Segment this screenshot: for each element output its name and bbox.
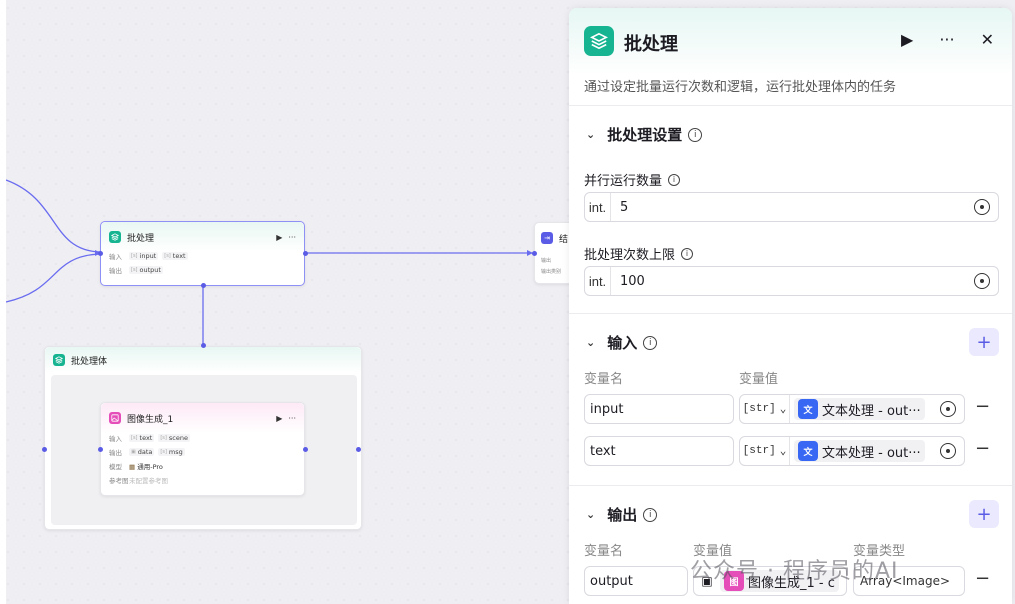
output-section: ⌄ 输出 i + 变量名 变量值 变量类型 output ▣ 图图像生成_1 -… — [569, 486, 1012, 604]
input-name-field[interactable]: text — [584, 436, 734, 466]
output-header[interactable]: ⌄ 输出 i — [586, 504, 658, 525]
port[interactable] — [532, 251, 537, 256]
col-name-label: 变量名 — [584, 372, 624, 387]
more-icon[interactable]: ··· — [288, 233, 296, 242]
chevron-down-icon[interactable]: ⌄ — [586, 508, 595, 521]
run-icon[interactable]: ▶ — [276, 414, 282, 423]
col-value-label: 变量值 — [739, 372, 779, 387]
info-icon[interactable]: i — [688, 127, 703, 142]
input-value-field[interactable]: [str] ⌄ 文文本处理 - out··· — [739, 436, 965, 466]
limit-input[interactable]: int. 100 — [584, 266, 999, 296]
info-icon[interactable]: i — [681, 247, 694, 260]
reference-icon[interactable] — [974, 273, 990, 289]
remove-input-button[interactable]: − — [975, 396, 990, 417]
batch-settings-section: ⌄ 批处理设置 i 并行运行数量 i int. 5 批处理次数上限 i int. 1… — [569, 106, 1012, 314]
port[interactable] — [98, 447, 103, 452]
port[interactable] — [98, 251, 103, 256]
panel-description: 通过设定批量运行次数和逻辑，运行批处理体内的任务 — [584, 80, 897, 95]
close-icon[interactable]: ✕ — [981, 30, 994, 49]
remove-input-button[interactable]: − — [975, 438, 990, 459]
text-process-icon: 文 — [798, 441, 818, 461]
image-gen-node[interactable]: 图像生成_1 ▶ ··· 输入 [s] text [s] scene 输出 ▣ data… — [100, 402, 305, 496]
input-title: 输入 — [607, 334, 638, 352]
reference-tag: 文文本处理 - out··· — [794, 440, 925, 462]
settings-header[interactable]: ⌄ 批处理设置 i — [586, 124, 703, 145]
reference-tag: 文文本处理 - out··· — [794, 398, 925, 420]
image-node-title: 图像生成_1 — [127, 414, 174, 425]
port[interactable] — [201, 283, 206, 288]
input-section: ⌄ 输入 i + 变量名 变量值 input [str] ⌄ 文文本处理 - ou… — [569, 314, 1012, 486]
input-label: 输入 — [109, 253, 122, 261]
chevron-down-icon: ⌄ — [779, 446, 787, 458]
batch-icon — [584, 26, 614, 56]
int-type-label: int. — [585, 193, 611, 221]
reference-icon[interactable] — [940, 443, 956, 459]
output-label: 输出 — [109, 267, 122, 275]
batch-node[interactable]: 批处理 ▶ ··· 输入 [s] input [s] text 输出 [s] outpu… — [100, 221, 305, 286]
input-label: 输入 — [109, 435, 122, 443]
parallel-input[interactable]: int. 5 — [584, 192, 999, 222]
page-border — [0, 0, 6, 604]
port[interactable] — [303, 447, 308, 452]
panel-title: 批处理 — [624, 34, 678, 55]
reference-icon[interactable] — [940, 401, 956, 417]
ref-value: 未配置参考图 — [129, 477, 168, 485]
output-chip: [s] output — [129, 266, 163, 274]
end-icon: ⇥ — [541, 232, 553, 244]
input-name-field[interactable]: input — [584, 394, 734, 424]
output-title: 输出 — [607, 506, 638, 524]
output-chip: [s] msg — [158, 448, 185, 456]
run-icon[interactable]: ▶ — [276, 233, 282, 242]
batch-node-title: 批处理 — [127, 233, 155, 244]
more-icon[interactable]: ··· — [939, 30, 954, 49]
input-value-field[interactable]: [str] ⌄ 文文本处理 - out··· — [739, 394, 965, 424]
parallel-value[interactable]: 5 — [611, 200, 974, 215]
remove-output-button[interactable]: − — [975, 568, 990, 589]
limit-value[interactable]: 100 — [611, 274, 974, 289]
watermark-text: 公众号 · 程序员的AI — [690, 559, 899, 584]
chevron-down-icon[interactable]: ⌄ — [586, 128, 595, 141]
ref-label: 参考图 — [109, 477, 129, 485]
output-name-field[interactable]: output — [584, 566, 688, 596]
col-name-label: 变量名 — [584, 544, 624, 559]
input-chip: [s] scene — [158, 434, 190, 442]
port[interactable] — [303, 251, 308, 256]
input-chip: [s] input — [129, 252, 159, 260]
type-select[interactable]: [str] ⌄ — [740, 437, 790, 465]
input-chip: [s] text — [162, 252, 188, 260]
info-icon[interactable]: i — [668, 173, 681, 186]
settings-title: 批处理设置 — [607, 126, 683, 144]
output-chip: ▣ data — [129, 448, 155, 456]
info-icon[interactable]: i — [643, 507, 658, 522]
port[interactable] — [356, 447, 361, 452]
port[interactable] — [201, 343, 206, 348]
input-header[interactable]: ⌄ 输入 i — [586, 332, 658, 353]
text-process-icon: 文 — [798, 399, 818, 419]
batch-icon — [109, 231, 121, 243]
add-output-button[interactable]: + — [969, 500, 999, 528]
output-label: 输出 — [109, 449, 122, 457]
batch-icon — [53, 354, 65, 366]
reference-icon[interactable] — [974, 199, 990, 215]
chevron-down-icon[interactable]: ⌄ — [586, 336, 595, 349]
model-label: 模型 — [109, 463, 122, 471]
limit-label: 批处理次数上限 i — [584, 244, 694, 263]
more-icon[interactable]: ··· — [288, 414, 296, 423]
int-type-label: int. — [585, 267, 611, 295]
chevron-down-icon: ⌄ — [779, 404, 787, 416]
batch-settings-panel: 批处理 ▶ ··· ✕ 通过设定批量运行次数和逻辑，运行批处理体内的任务 ⌄ 批… — [569, 8, 1012, 604]
parallel-label: 并行运行数量 i — [584, 170, 681, 189]
image-icon — [109, 412, 121, 424]
run-icon[interactable]: ▶ — [901, 30, 913, 49]
port[interactable] — [42, 447, 47, 452]
batch-body-title: 批处理体 — [71, 356, 108, 367]
add-input-button[interactable]: + — [969, 328, 999, 356]
model-value: ▦ 通用-Pro — [129, 463, 163, 471]
info-icon[interactable]: i — [643, 335, 658, 350]
input-chip: [s] text — [129, 434, 155, 442]
type-select[interactable]: [str] ⌄ — [740, 395, 790, 423]
